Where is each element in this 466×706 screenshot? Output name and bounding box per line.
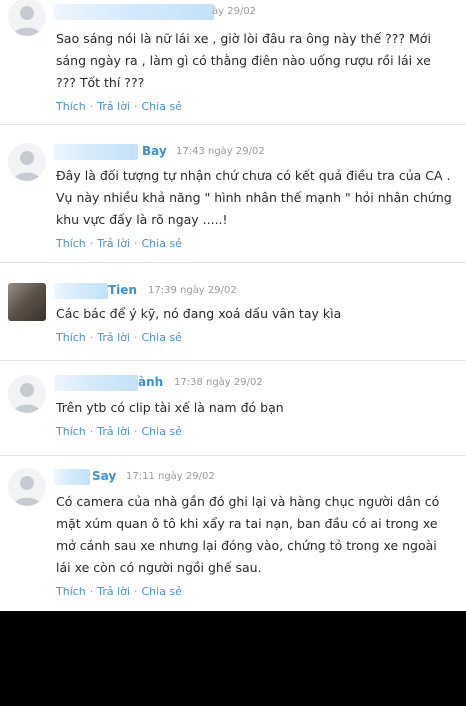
comment-item: Bay 17:43 ngày 29/02 Đây là đối tượng tự…: [0, 125, 466, 263]
like-button[interactable]: Thích: [56, 331, 86, 344]
reply-button[interactable]: Trả lời: [97, 331, 130, 344]
comment-line: khu vực đấy là rõ ngay .....!: [56, 212, 228, 227]
comment-line: sáng ngày ra , làm gì có thằng điên nào …: [56, 53, 431, 68]
avatar[interactable]: [8, 0, 46, 36]
avatar[interactable]: [8, 375, 46, 413]
action-separator: ·: [89, 331, 94, 344]
comment-line: Vụ này nhiều khả năng " hình nhân thế mạ…: [56, 190, 452, 205]
share-button[interactable]: Chia sẻ: [142, 100, 182, 113]
blurred-username: [54, 4, 214, 20]
action-separator: ·: [89, 100, 94, 113]
comment-line: lái xe còn có người ngồi ghế sau.: [56, 560, 262, 575]
comment-line: Có camera của nhà gần đó ghi lại và hàng…: [56, 494, 440, 509]
reply-button[interactable]: Trả lời: [97, 425, 130, 438]
comment-time: 17:11 ngày 29/02: [126, 471, 215, 482]
comment-text: Các bác để ý kỹ, nó đang xoá dấu vân tay…: [56, 303, 460, 325]
action-separator: ·: [134, 585, 138, 598]
comment-item: ày 29/02 Sao sáng nói là nữ lái xe , giờ…: [0, 0, 466, 125]
like-button[interactable]: Thích: [56, 585, 86, 598]
comment-line: mặt xúm quan ô tô khi xẩy ra tai nạn, ba…: [56, 516, 438, 531]
blurred-username: [54, 283, 108, 299]
share-button[interactable]: Chia sẻ: [142, 585, 182, 598]
comment-item: Say 17:11 ngày 29/02 Có camera của nhà g…: [0, 456, 466, 611]
action-separator: ·: [134, 100, 138, 113]
comment-text: Đây là đối tượng tự nhận chứ chưa có kết…: [56, 165, 460, 231]
comment-actions: Thích · Trả lời · Chia sẻ: [56, 585, 182, 598]
reply-button[interactable]: Trả lời: [97, 100, 130, 113]
comment-line: Đây là đối tượng tự nhận chứ chưa có kết…: [56, 168, 451, 183]
like-button[interactable]: Thích: [56, 425, 86, 438]
black-bar: [0, 611, 466, 706]
action-separator: ·: [89, 237, 94, 250]
comment-author[interactable]: Tien: [108, 283, 137, 297]
share-button[interactable]: Chia sẻ: [142, 425, 182, 438]
blurred-username: [54, 469, 90, 485]
avatar[interactable]: [8, 468, 46, 506]
action-separator: ·: [134, 425, 138, 438]
blurred-username: [54, 375, 138, 391]
reply-button[interactable]: Trả lời: [97, 237, 130, 250]
comment-actions: Thích · Trả lời · Chia sẻ: [56, 331, 182, 344]
comment-author[interactable]: Say: [92, 469, 116, 483]
comment-text: Có camera của nhà gần đó ghi lại và hàng…: [56, 491, 460, 579]
comment-line: mở cánh sau xe nhưng lại đóng vào, chứng…: [56, 538, 437, 553]
comment-actions: Thích · Trả lời · Chia sẻ: [56, 425, 182, 438]
comment-time: ày 29/02: [212, 6, 257, 17]
avatar[interactable]: [8, 143, 46, 181]
action-separator: ·: [89, 425, 94, 438]
reply-button[interactable]: Trả lời: [97, 585, 130, 598]
blurred-username: [54, 144, 138, 160]
comment-time: 17:38 ngày 29/02: [174, 377, 263, 388]
comment-time: 17:43 ngày 29/02: [176, 146, 265, 157]
like-button[interactable]: Thích: [56, 100, 86, 113]
comment-list: ày 29/02 Sao sáng nói là nữ lái xe , giờ…: [0, 0, 466, 706]
share-button[interactable]: Chia sẻ: [142, 331, 182, 344]
comment-text: Trên ytb có clip tài xế là nam đó bạn: [56, 397, 460, 419]
comment-line: ??? Tốt thí ???: [56, 75, 145, 90]
action-separator: ·: [134, 237, 138, 250]
comment-author[interactable]: Bay: [142, 144, 167, 158]
comment-item: ành 17:38 ngày 29/02 Trên ytb có clip tà…: [0, 361, 466, 456]
comment-line: Sao sáng nói là nữ lái xe , giờ lòi đâu …: [56, 31, 431, 46]
action-separator: ·: [89, 585, 94, 598]
comment-text: Sao sáng nói là nữ lái xe , giờ lòi đâu …: [56, 28, 460, 94]
like-button[interactable]: Thích: [56, 237, 86, 250]
avatar[interactable]: [8, 283, 46, 321]
comment-time: 17:39 ngày 29/02: [148, 285, 237, 296]
comment-author[interactable]: ành: [138, 375, 163, 389]
share-button[interactable]: Chia sẻ: [142, 237, 182, 250]
comment-item: Tien 17:39 ngày 29/02 Các bác để ý kỹ, n…: [0, 263, 466, 361]
action-separator: ·: [134, 331, 138, 344]
comment-actions: Thích · Trả lời · Chia sẻ: [56, 237, 182, 250]
comment-line: Các bác để ý kỹ, nó đang xoá dấu vân tay…: [56, 306, 342, 321]
comment-line: Trên ytb có clip tài xế là nam đó bạn: [56, 400, 284, 415]
comment-actions: Thích · Trả lời · Chia sẻ: [56, 100, 182, 113]
